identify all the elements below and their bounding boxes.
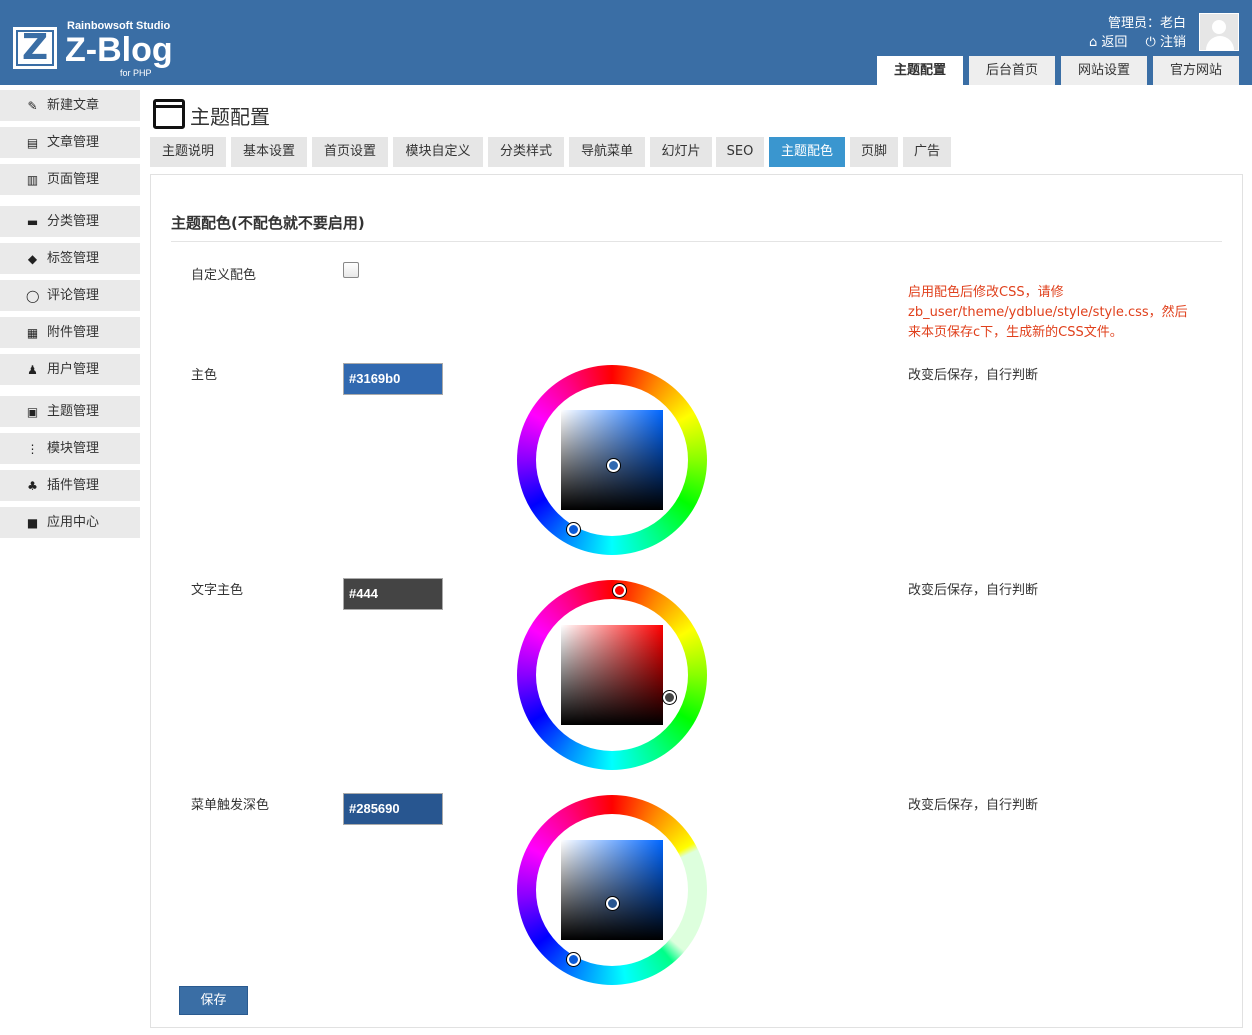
page-title: 主题配置 <box>190 105 270 129</box>
sidebar-item-app-center[interactable]: ■ 应用中心 <box>0 507 140 539</box>
menu-dark-color-input[interactable]: #285690 <box>343 793 443 825</box>
user-actions: ⌂ 返回 ⏻ 注销 <box>1075 31 1186 50</box>
sidebar-item-attachments[interactable]: ▦ 附件管理 <box>0 317 140 349</box>
sidebar-item-articles[interactable]: ▤ 文章管理 <box>0 127 140 159</box>
tab-theme-color[interactable]: 主题配色 <box>769 137 845 167</box>
power-icon: ⏻ <box>1145 35 1156 50</box>
tab-slideshow[interactable]: 幻灯片 <box>650 137 712 167</box>
sidebar-item-plugins[interactable]: ♣ 插件管理 <box>0 470 140 502</box>
custom-color-checkbox[interactable] <box>343 262 359 278</box>
top-header: Z Rainbowsoft Studio Z-Blog for PHP 管理员：… <box>0 0 1252 85</box>
sidebar-item-themes[interactable]: ▣ 主题管理 <box>0 396 140 428</box>
top-nav: 主题配置 后台首页 网站设置 官方网站 <box>0 56 1252 85</box>
main-color-input[interactable]: #3169b0 <box>343 363 443 395</box>
menu-dark-color-sv-marker[interactable] <box>606 897 619 910</box>
tab-ads[interactable]: 广告 <box>903 137 951 167</box>
sidebar-item-new-article[interactable]: ✎ 新建文章 <box>0 90 140 122</box>
main-color-label: 主色 <box>191 368 218 383</box>
back-link[interactable]: ⌂ 返回 <box>1089 35 1127 50</box>
tab-footer[interactable]: 页脚 <box>850 137 898 167</box>
comment-icon: ◯ <box>26 289 40 303</box>
menu-dark-color-square[interactable] <box>561 840 663 940</box>
text-color-square[interactable] <box>561 625 663 725</box>
main-color-sv-marker[interactable] <box>607 459 620 472</box>
text-color-hue-marker[interactable] <box>613 584 626 597</box>
folder-icon: ▬ <box>26 215 39 229</box>
avatar[interactable] <box>1199 13 1239 51</box>
sidebar-item-categories[interactable]: ▬ 分类管理 <box>0 206 140 238</box>
section-divider <box>171 241 1222 242</box>
text-color-label: 文字主色 <box>191 583 244 598</box>
home-icon: ⌂ <box>1088 35 1098 50</box>
tab-seo[interactable]: SEO <box>716 137 764 167</box>
logout-link[interactable]: ⏻ 注销 <box>1146 35 1186 50</box>
css-note: 启用配色后修改CSS，请修 zb_user/theme/ydblue/style… <box>908 283 1208 343</box>
article-icon: ▤ <box>26 136 39 150</box>
top-nav-site-settings[interactable]: 网站设置 <box>1061 56 1147 85</box>
tab-theme-intro[interactable]: 主题说明 <box>150 137 226 167</box>
main-color-note: 改变后保存，自行判断 <box>908 368 1039 383</box>
plugin-icon: ♣ <box>27 479 38 493</box>
text-color-note: 改变后保存，自行判断 <box>908 583 1039 598</box>
custom-color-label: 自定义配色 <box>191 268 257 283</box>
top-nav-official-site[interactable]: 官方网站 <box>1153 56 1239 85</box>
menu-dark-color-hue-marker[interactable] <box>567 953 580 966</box>
page-icon: ▥ <box>26 173 39 187</box>
module-icon: ⋮ <box>26 442 39 456</box>
menu-dark-color-label: 菜单触发深色 <box>191 798 270 813</box>
sidebar-item-tags[interactable]: ◆ 标签管理 <box>0 243 140 275</box>
tab-category-style[interactable]: 分类样式 <box>488 137 564 167</box>
tab-home-settings[interactable]: 首页设置 <box>312 137 388 167</box>
css-note-line-3: 来本页保存c下，生成新的CSS文件。 <box>908 325 1123 340</box>
user-icon: ♟ <box>27 363 38 377</box>
sidebar-item-users[interactable]: ♟ 用户管理 <box>0 354 140 386</box>
tab-nav-menu[interactable]: 导航菜单 <box>569 137 645 167</box>
css-note-line-2: zb_user/theme/ydblue/style/style.css，然后 <box>908 305 1188 320</box>
sidebar-item-pages[interactable]: ▥ 页面管理 <box>0 164 140 196</box>
tab-basic-settings[interactable]: 基本设置 <box>231 137 307 167</box>
sidebar-item-comments[interactable]: ◯ 评论管理 <box>0 280 140 312</box>
text-color-input[interactable]: #444 <box>343 578 443 610</box>
section-title: 主题配色(不配色就不要启用) <box>171 214 365 232</box>
attachment-icon: ▦ <box>26 326 39 340</box>
top-nav-dashboard[interactable]: 后台首页 <box>969 56 1055 85</box>
save-button[interactable]: 保存 <box>179 986 248 1015</box>
admin-user-label: 管理员：老白 <box>1107 16 1186 31</box>
sidebar-item-modules[interactable]: ⋮ 模块管理 <box>0 433 140 465</box>
top-nav-theme-config[interactable]: 主题配置 <box>877 56 963 85</box>
menu-dark-color-note: 改变后保存，自行判断 <box>908 798 1039 813</box>
tab-module-custom[interactable]: 模块自定义 <box>393 137 483 167</box>
window-icon <box>153 99 185 129</box>
tag-icon: ◆ <box>27 252 38 266</box>
css-note-line-1: 启用配色后修改CSS，请修 <box>908 285 1064 300</box>
theme-icon: ▣ <box>26 405 39 419</box>
text-color-sv-marker[interactable] <box>663 691 676 704</box>
main-color-hue-marker[interactable] <box>567 523 580 536</box>
app-center-icon: ■ <box>26 516 39 530</box>
edit-icon: ✎ <box>27 99 38 113</box>
